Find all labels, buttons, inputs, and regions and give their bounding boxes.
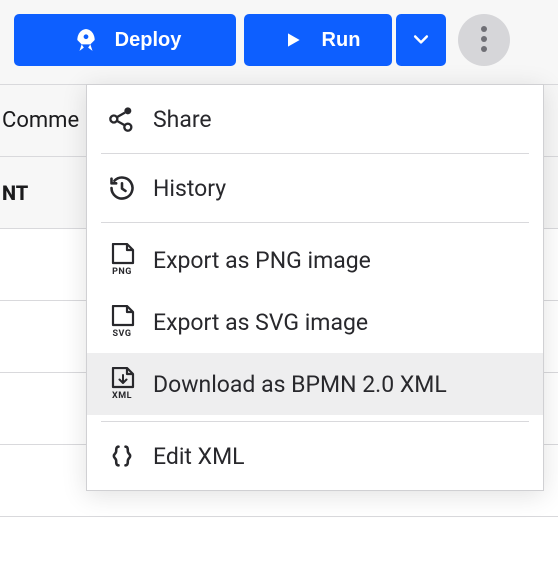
menu-item-label: Download as BPMN 2.0 XML <box>153 371 447 398</box>
svg-text:SVG: SVG <box>113 329 132 339</box>
table-row <box>0 516 558 588</box>
deploy-label: Deploy <box>115 29 182 52</box>
file-xml-download-icon: XML <box>105 367 139 401</box>
history-icon <box>105 174 139 202</box>
svg-text:PNG: PNG <box>112 267 132 277</box>
actions-dropdown: Share History PNG <box>86 84 544 491</box>
kebab-icon <box>480 25 488 56</box>
run-options-button[interactable] <box>396 14 446 66</box>
share-icon <box>105 105 139 133</box>
menu-item-edit-xml[interactable]: Edit XML <box>87 428 543 484</box>
file-svg-icon: SVG <box>105 305 139 339</box>
menu-item-label: Export as SVG image <box>153 309 368 336</box>
more-actions-button[interactable] <box>458 14 510 66</box>
menu-item-label: Edit XML <box>153 443 245 470</box>
menu-item-label: History <box>153 175 226 202</box>
run-label: Run <box>322 29 361 52</box>
chevron-down-icon <box>411 29 431 52</box>
menu-item-export-svg[interactable]: SVG Export as SVG image <box>87 291 543 353</box>
run-button[interactable]: Run <box>244 14 392 66</box>
menu-item-share[interactable]: Share <box>87 91 543 147</box>
code-braces-icon <box>105 442 139 470</box>
rocket-icon <box>69 27 103 53</box>
toolbar: Deploy Run <box>0 0 558 78</box>
menu-item-history[interactable]: History <box>87 160 543 216</box>
file-png-icon: PNG <box>105 243 139 277</box>
deploy-button[interactable]: Deploy <box>14 14 236 66</box>
menu-item-label: Export as PNG image <box>153 247 371 274</box>
play-icon <box>276 30 310 50</box>
menu-item-download-bpmn[interactable]: XML Download as BPMN 2.0 XML <box>87 353 543 415</box>
svg-text:XML: XML <box>112 391 132 401</box>
menu-item-export-png[interactable]: PNG Export as PNG image <box>87 229 543 291</box>
menu-item-label: Share <box>153 106 212 133</box>
